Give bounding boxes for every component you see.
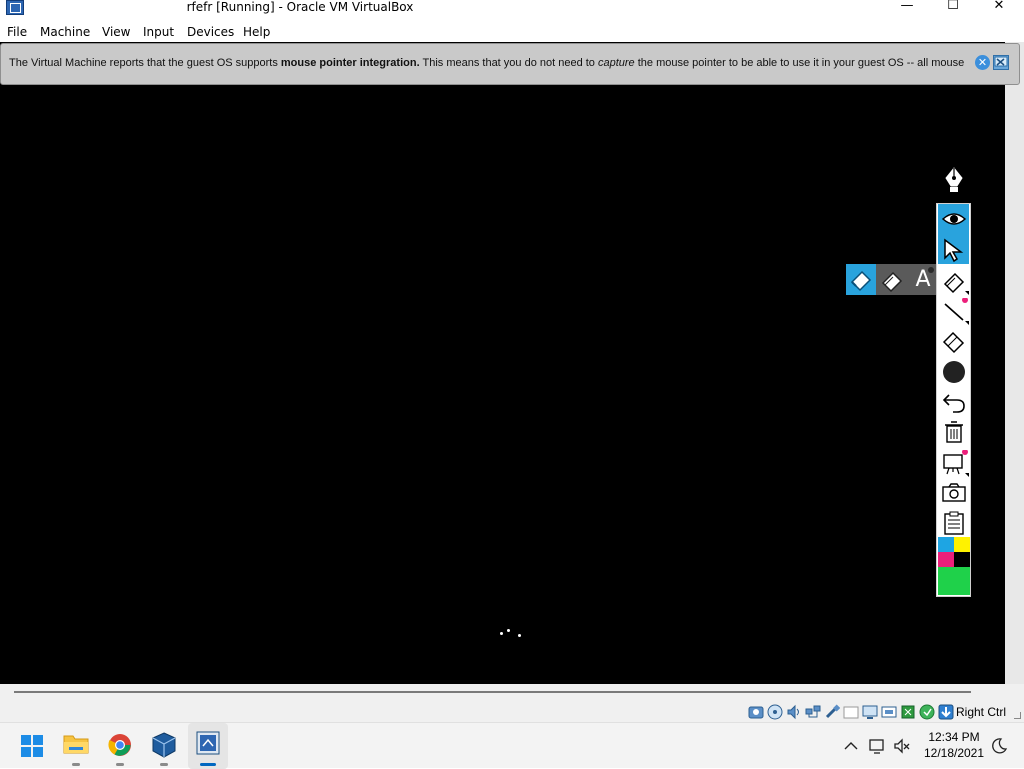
undo-icon[interactable] <box>938 386 969 416</box>
line-tool-icon[interactable] <box>938 295 969 325</box>
color-swatch-magenta[interactable] <box>938 552 954 567</box>
resize-grip[interactable] <box>1014 712 1021 719</box>
eraser-icon[interactable] <box>938 325 969 355</box>
hard-disk-icon[interactable] <box>748 704 764 720</box>
monitor-tray-icon[interactable] <box>868 737 886 755</box>
file-explorer-button[interactable] <box>56 723 96 769</box>
speaker-muted-icon[interactable] <box>893 737 911 755</box>
usb-icon[interactable] <box>824 704 841 720</box>
notification-close-button[interactable]: ✕ <box>975 55 990 70</box>
color-swatch-cyan[interactable] <box>938 537 954 552</box>
menu-input[interactable]: Input <box>143 25 174 39</box>
audio-icon[interactable] <box>786 704 802 720</box>
menu-devices[interactable]: Devices <box>187 25 234 39</box>
menu-bar: File Machine View Input Devices Help <box>0 22 1024 42</box>
window-title-bar: rfefr [Running] - Oracle VM VirtualBox —… <box>0 0 1024 22</box>
window-title: rfefr [Running] - Oracle VM VirtualBox <box>186 0 414 14</box>
active-indicator <box>200 763 216 766</box>
running-indicator <box>72 763 80 766</box>
horizontal-scrollbar[interactable] <box>14 691 971 693</box>
highlighter-flyout: A <box>846 264 937 295</box>
color-swatch-yellow[interactable] <box>954 537 970 552</box>
focus-assist-moon-icon[interactable] <box>990 737 1008 755</box>
annotation-toolbar <box>936 203 971 597</box>
chrome-button[interactable] <box>100 723 140 769</box>
cpu-icon[interactable] <box>900 704 916 720</box>
highlighter-square-icon[interactable] <box>846 264 876 295</box>
notification-hide-icon[interactable] <box>993 55 1009 70</box>
vm-display[interactable] <box>0 42 1005 684</box>
pen-nib-icon[interactable] <box>942 166 966 194</box>
vm-window-button[interactable] <box>188 723 228 769</box>
display-icon[interactable] <box>862 704 878 720</box>
menu-file[interactable]: File <box>7 25 27 39</box>
highlighter-icon[interactable] <box>938 265 969 295</box>
chevron-up-icon[interactable] <box>842 737 860 755</box>
whiteboard-icon[interactable] <box>938 447 969 477</box>
minimize-button[interactable]: — <box>884 0 930 14</box>
host-key-label: Right Ctrl <box>956 705 1007 719</box>
clock-date: 12/18/2021 <box>923 746 985 760</box>
clock-time: 12:34 PM <box>928 730 980 744</box>
current-color-swatch[interactable] <box>938 567 970 595</box>
optical-drive-icon[interactable] <box>767 704 783 720</box>
loading-dot <box>500 632 503 635</box>
running-indicator <box>160 763 168 766</box>
maximize-button[interactable]: ☐ <box>930 0 976 14</box>
virtualbox-button[interactable] <box>144 723 184 769</box>
network-icon[interactable] <box>805 704 821 720</box>
mouse-integration-icon[interactable] <box>919 704 935 720</box>
menu-help[interactable]: Help <box>243 25 270 39</box>
menu-view[interactable]: View <box>102 25 130 39</box>
vm-status-bar: Right Ctrl <box>0 684 1024 722</box>
loading-dot <box>518 634 521 637</box>
color-swatch-black[interactable] <box>954 552 970 567</box>
system-clock[interactable]: 12:34 PM 12/18/2021 <box>918 729 990 761</box>
close-button[interactable]: ✕ <box>976 0 1022 14</box>
brush-size-icon[interactable] <box>938 356 969 386</box>
shared-folders-icon[interactable] <box>843 704 859 720</box>
notification-text: The Virtual Machine reports that the gue… <box>9 57 965 69</box>
trash-icon[interactable] <box>938 416 969 446</box>
running-indicator <box>116 763 124 766</box>
start-button[interactable] <box>12 723 52 769</box>
menu-machine[interactable]: Machine <box>40 25 90 39</box>
arrow-pointer-icon[interactable] <box>938 234 969 264</box>
flyout-indicator-dot <box>928 267 934 273</box>
highlighter-round-icon[interactable] <box>877 264 907 295</box>
windows-taskbar: 12:34 PM 12/18/2021 <box>0 722 1024 769</box>
video-capture-icon[interactable] <box>881 704 897 720</box>
eye-icon[interactable] <box>938 204 969 234</box>
host-key-arrow-icon[interactable] <box>938 704 954 720</box>
mouse-integration-notification: The Virtual Machine reports that the gue… <box>0 43 1020 85</box>
clipboard-icon[interactable] <box>938 507 969 537</box>
camera-icon[interactable] <box>938 477 969 507</box>
loading-dot <box>507 629 510 632</box>
